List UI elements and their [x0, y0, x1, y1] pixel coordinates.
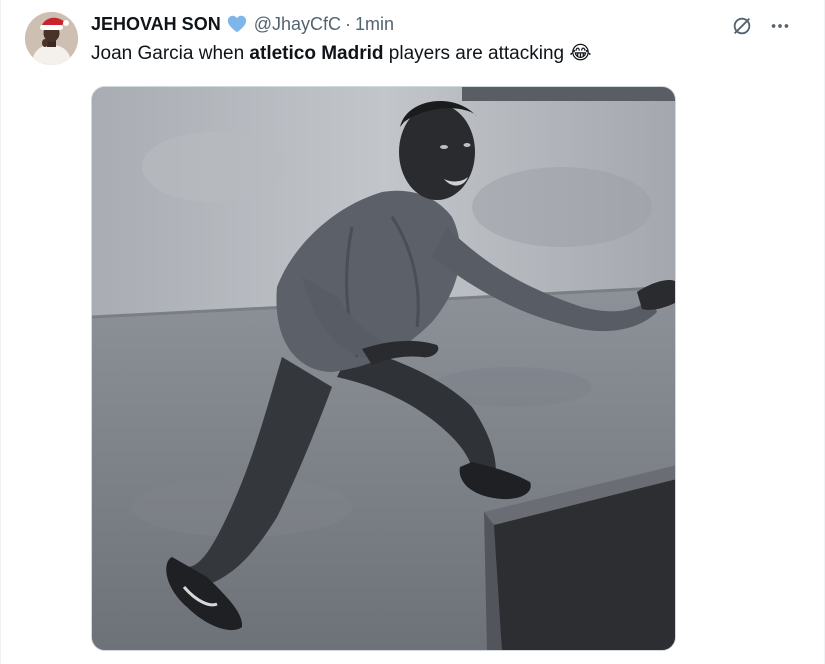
tweet-text-bold: atletico Madrid: [249, 43, 384, 64]
more-icon[interactable]: [768, 14, 792, 38]
tweet-text-part2: players are attacking: [383, 43, 570, 64]
tweet-text-part1: Joan Garcia when: [91, 43, 250, 64]
timestamp[interactable]: 1min: [355, 14, 394, 35]
separator-dot: ·: [345, 13, 351, 34]
grok-icon[interactable]: [730, 14, 754, 38]
laughing-emoji: 😂: [569, 43, 592, 64]
tweet-header: JEHOVAH SON @JhayCfC · 1min: [91, 12, 394, 36]
verified-badge-icon[interactable]: [226, 13, 248, 35]
tweet-media-image[interactable]: [91, 86, 676, 651]
display-name[interactable]: JEHOVAH SON: [91, 14, 221, 35]
avatar[interactable]: [25, 12, 78, 65]
user-handle[interactable]: @JhayCfC: [254, 14, 341, 35]
tweet-text: Joan Garcia when atletico Madrid players…: [91, 42, 592, 65]
tweet: JEHOVAH SON @JhayCfC · 1min Joan Garcia …: [0, 0, 825, 664]
tweet-actions: [730, 14, 792, 38]
